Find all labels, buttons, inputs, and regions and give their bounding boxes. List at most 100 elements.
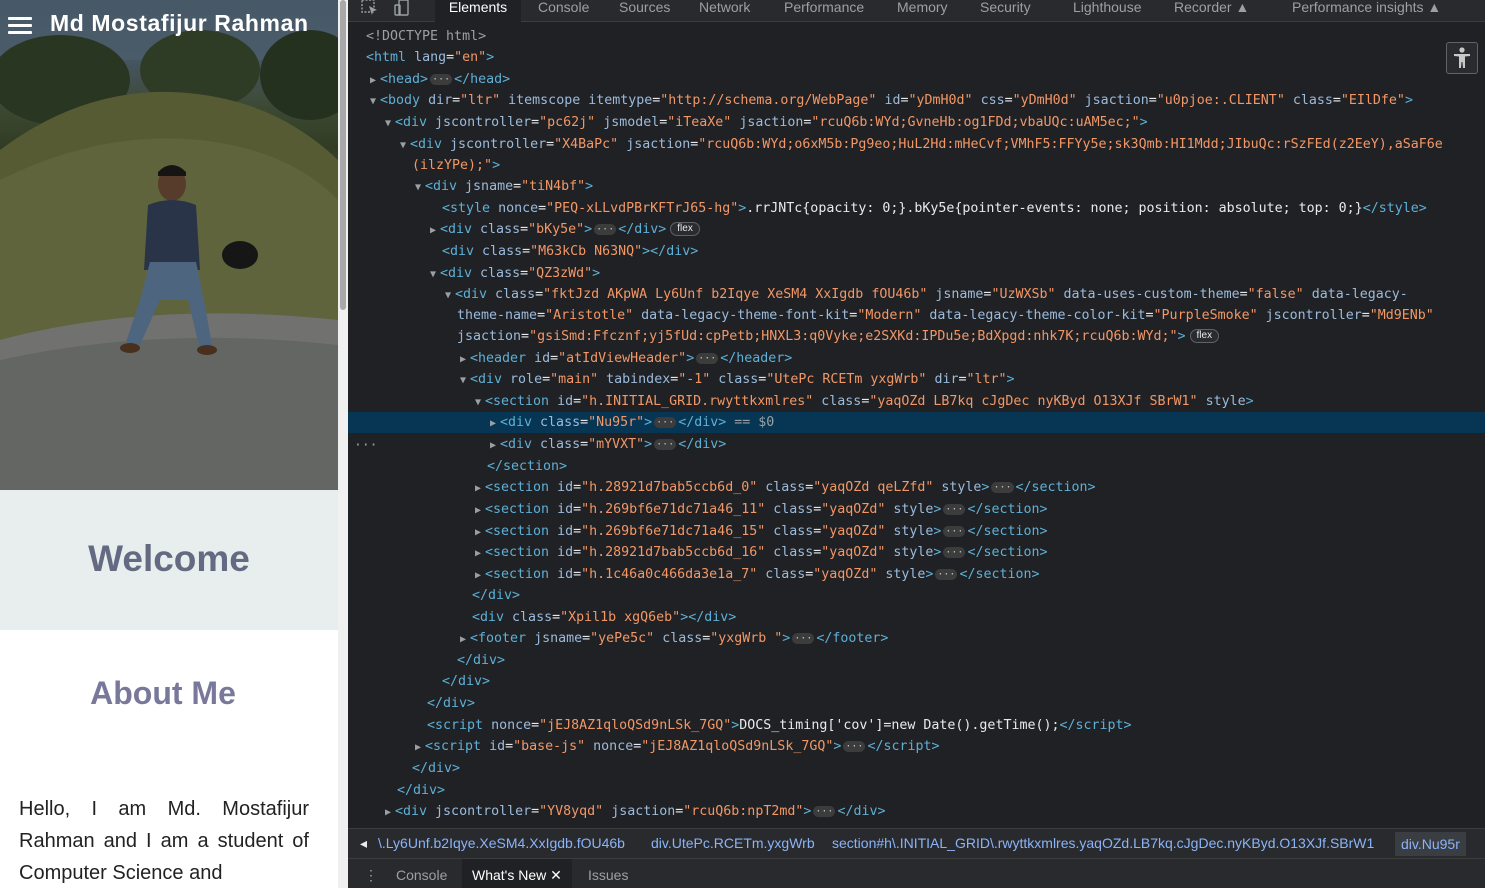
dom-node[interactable]: ▼ <div jscontroller="X4BaPc" jsaction="rc… bbox=[348, 134, 1485, 155]
dom-node[interactable]: ▼ <section id="h.INITIAL_GRID.rwyttkxmlre… bbox=[348, 391, 1485, 412]
dom-node-close[interactable]: </div> bbox=[348, 693, 1485, 714]
dom-node[interactable]: ▶ <section id="h.28921d7bab5ccb6d_16" cla… bbox=[348, 542, 1485, 563]
ellipsis-icon[interactable]: ··· bbox=[943, 525, 966, 537]
expand-arrow-icon[interactable]: ▶ bbox=[490, 413, 500, 434]
expand-arrow-icon[interactable]: ▶ bbox=[370, 70, 380, 91]
dom-node[interactable]: ▶ <section id="h.1c46a0c466da3e1a_7" clas… bbox=[348, 564, 1485, 585]
dom-node-selected[interactable]: ▶ <div class="Nu95r"> ··· </div> == $0 bbox=[348, 412, 1485, 433]
dom-node[interactable]: ▶ <div class="bKy5e"> ··· </div> flex bbox=[348, 219, 1485, 240]
tab-recorder[interactable]: Recorder ▲ bbox=[1174, 0, 1249, 22]
collapse-arrow-icon[interactable]: ▼ bbox=[415, 177, 425, 198]
expand-arrow-icon[interactable]: ▶ bbox=[385, 802, 395, 823]
expand-arrow-icon[interactable]: ▶ bbox=[460, 629, 470, 650]
ellipsis-icon[interactable]: ··· bbox=[813, 805, 836, 817]
dom-node-close[interactable]: </div> bbox=[348, 758, 1485, 779]
dom-node[interactable]: ▼ <div class="QZ3zWd"> bbox=[348, 263, 1485, 284]
drawer-tab-whats-new[interactable]: What's New ✕ bbox=[462, 859, 572, 888]
ellipsis-icon[interactable]: ··· bbox=[792, 632, 815, 644]
dom-node[interactable]: ▶ <section id="h.269bf6e71dc71a46_11" cla… bbox=[348, 499, 1485, 520]
ellipsis-icon[interactable]: ··· bbox=[696, 352, 719, 364]
dom-node[interactable]: ▶ <section id="h.28921d7bab5ccb6d_0" clas… bbox=[348, 477, 1485, 498]
tab-network[interactable]: Network bbox=[699, 0, 750, 22]
dom-node[interactable]: ▶ <footer jsname="yePe5c" class="yxgWrb "… bbox=[348, 628, 1485, 649]
site-scrollbar[interactable] bbox=[338, 0, 348, 888]
collapse-arrow-icon[interactable]: ▼ bbox=[400, 135, 410, 156]
ellipsis-icon[interactable]: ··· bbox=[991, 481, 1014, 493]
collapse-arrow-icon[interactable]: ▼ bbox=[370, 91, 380, 112]
tab-memory[interactable]: Memory bbox=[897, 0, 948, 22]
tab-performance[interactable]: Performance bbox=[784, 0, 864, 22]
inspect-element-icon[interactable] bbox=[360, 0, 380, 18]
collapse-arrow-icon[interactable]: ▼ bbox=[445, 285, 455, 306]
dom-node[interactable]: ▶ <div jscontroller="YV8yqd" jsaction="rc… bbox=[348, 801, 1485, 822]
dom-node[interactable]: ▼ <div class="fktJzd AKpWA Ly6Unf b2Iqye … bbox=[348, 284, 1485, 305]
menu-icon[interactable] bbox=[8, 14, 33, 36]
drawer-menu-icon[interactable]: ⋮ bbox=[364, 859, 378, 888]
dom-node-close[interactable]: </div> bbox=[348, 671, 1485, 692]
drawer-tab-issues[interactable]: Issues bbox=[588, 859, 628, 888]
dom-node[interactable]: <style nonce="PEQ-xLLvdPBrKFTrJ65-hg">.r… bbox=[348, 198, 1485, 219]
tab-elements[interactable]: Elements bbox=[435, 0, 521, 22]
expand-arrow-icon[interactable]: ▶ bbox=[475, 478, 485, 499]
expand-arrow-icon[interactable]: ▶ bbox=[430, 220, 440, 241]
expand-arrow-icon[interactable]: ▶ bbox=[475, 500, 485, 521]
ellipsis-icon[interactable]: ··· bbox=[935, 568, 958, 580]
close-icon[interactable]: ✕ bbox=[550, 867, 562, 883]
ellipsis-icon[interactable]: ··· bbox=[654, 416, 677, 428]
dom-node[interactable]: ▼ <div role="main" tabindex="-1" class="U… bbox=[348, 369, 1485, 390]
flex-badge[interactable]: flex bbox=[1189, 329, 1220, 343]
expand-arrow-icon[interactable]: ▶ bbox=[415, 737, 425, 758]
collapse-arrow-icon[interactable]: ▼ bbox=[385, 113, 395, 134]
site-title[interactable]: Md Mostafijur Rahman bbox=[50, 10, 309, 37]
dom-node[interactable]: ▶ <section id="h.269bf6e71dc71a46_15" cla… bbox=[348, 521, 1485, 542]
dom-node[interactable]: ▶ <head> ··· </head> bbox=[348, 69, 1485, 90]
expand-arrow-icon[interactable]: ▶ bbox=[475, 565, 485, 586]
tab-performance-insights[interactable]: Performance insights ▲ bbox=[1292, 0, 1441, 22]
dom-node[interactable]: ▶ <header id="atIdViewHeader"> ··· </header… bbox=[348, 348, 1485, 369]
dom-node-continued[interactable]: theme-name="Aristotle" data-legacy-theme… bbox=[348, 305, 1485, 326]
dom-node[interactable]: ▼ <body dir="ltr" itemscope itemtype="htt… bbox=[348, 90, 1485, 111]
dom-node-close[interactable]: </div> bbox=[348, 780, 1485, 801]
dom-node[interactable]: <!DOCTYPE html> bbox=[348, 26, 1485, 47]
dom-node-close[interactable]: </div> bbox=[348, 650, 1485, 671]
dom-node[interactable]: ▼ <div jscontroller="pc62j" jsmodel="iTea… bbox=[348, 112, 1485, 133]
dom-node-close[interactable]: </div> bbox=[348, 585, 1485, 606]
collapse-arrow-icon[interactable]: ▼ bbox=[475, 392, 485, 413]
tab-sources[interactable]: Sources bbox=[619, 0, 670, 22]
dom-node[interactable]: <div class="Xpil1b xgQ6eb"></div> bbox=[348, 607, 1485, 628]
expand-arrow-icon[interactable]: ▶ bbox=[475, 522, 485, 543]
dom-node-close[interactable]: </section> bbox=[348, 456, 1485, 477]
drawer-tab-console[interactable]: Console bbox=[396, 859, 447, 888]
dom-node[interactable]: <script nonce="jEJ8AZ1qloQSd9nLSk_7GQ">D… bbox=[348, 715, 1485, 736]
breadcrumb-item[interactable]: \.Ly6Unf.b2Iqye.XeSM4.XxIgdb.fOU46b bbox=[378, 835, 625, 851]
tab-console[interactable]: Console bbox=[538, 0, 589, 22]
breadcrumb-item[interactable]: div.UtePc.RCETm.yxgWrb bbox=[651, 835, 815, 851]
dom-node[interactable]: <html lang="en"> bbox=[348, 47, 1485, 68]
expand-arrow-icon[interactable]: ▶ bbox=[490, 435, 500, 456]
breadcrumb-scroll-left-icon[interactable]: ◂ bbox=[360, 835, 367, 852]
ellipsis-icon[interactable]: ··· bbox=[843, 740, 866, 752]
ellipsis-icon[interactable]: ··· bbox=[654, 438, 677, 450]
expand-arrow-icon[interactable]: ▶ bbox=[460, 349, 470, 370]
ellipsis-icon[interactable]: ··· bbox=[430, 73, 453, 85]
expand-arrow-icon[interactable]: ▶ bbox=[475, 543, 485, 564]
ellipsis-icon[interactable]: ··· bbox=[943, 546, 966, 558]
breadcrumb-item-selected[interactable]: div.Nu95r bbox=[1395, 832, 1466, 856]
dom-node-continued[interactable]: (ilzYPe);"> bbox=[348, 155, 1485, 176]
dom-node[interactable]: ▶ <div class="mYVXT"> ··· </div> bbox=[348, 434, 1485, 455]
collapse-arrow-icon[interactable]: ▼ bbox=[460, 370, 470, 391]
dom-node[interactable]: <div class="M63kCb N63NQ"></div> bbox=[348, 241, 1485, 262]
ellipsis-icon[interactable]: ··· bbox=[943, 503, 966, 515]
dom-node[interactable]: ▶ <script id="base-js" nonce="jEJ8AZ1qloQ… bbox=[348, 736, 1485, 757]
device-toolbar-icon[interactable] bbox=[392, 0, 412, 18]
breadcrumb-item[interactable]: section#h\.INITIAL_GRID\.rwyttkxmlres.ya… bbox=[832, 835, 1374, 851]
dom-node-continued[interactable]: jsaction="gsiSmd:Ffcznf;yj5fUd:cpPetb;HN… bbox=[348, 326, 1485, 347]
tab-security[interactable]: Security bbox=[980, 0, 1031, 22]
collapse-arrow-icon[interactable]: ▼ bbox=[430, 264, 440, 285]
site-scrollbar-thumb[interactable] bbox=[340, 0, 346, 310]
flex-badge[interactable]: flex bbox=[670, 222, 700, 236]
node-actions-icon[interactable]: ··· bbox=[354, 438, 377, 453]
tab-lighthouse[interactable]: Lighthouse bbox=[1073, 0, 1142, 22]
ellipsis-icon[interactable]: ··· bbox=[594, 223, 617, 235]
dom-node[interactable]: ▼ <div jsname="tiN4bf"> bbox=[348, 176, 1485, 197]
